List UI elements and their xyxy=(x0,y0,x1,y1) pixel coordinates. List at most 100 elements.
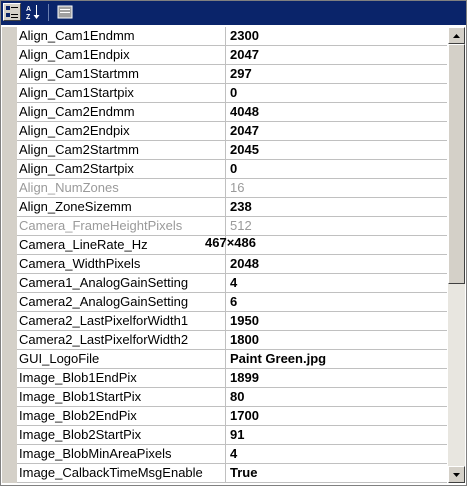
property-name[interactable]: Image_Blob2StartPix xyxy=(19,426,223,444)
property-row[interactable]: Camera2_LastPixelforWidth1 1950 xyxy=(2,312,447,331)
property-name[interactable]: Align_NumZones xyxy=(19,179,223,197)
property-row[interactable]: Camera_FrameHeightPixels 512 xyxy=(2,217,447,236)
property-row[interactable]: Image_BlobMinAreaPixels 4 xyxy=(2,445,447,464)
property-name[interactable]: Align_Cam2Startpix xyxy=(19,160,223,178)
property-name[interactable]: Camera_WidthPixels xyxy=(19,255,223,273)
property-name[interactable]: Image_Blob1EndPix xyxy=(19,369,223,387)
property-row[interactable]: Camera2_AnalogGainSetting 6 xyxy=(2,293,447,312)
column-divider[interactable] xyxy=(225,198,226,216)
column-divider[interactable] xyxy=(225,255,226,273)
property-value[interactable]: 1700 xyxy=(230,407,444,425)
property-pages-icon[interactable] xyxy=(56,3,74,21)
property-name[interactable]: Align_Cam2Endmm xyxy=(19,103,223,121)
property-row[interactable]: GUI_LogoFile Paint Green.jpg xyxy=(2,350,447,369)
column-divider[interactable] xyxy=(225,331,226,349)
property-name[interactable]: Camera2_AnalogGainSetting xyxy=(19,293,223,311)
property-row[interactable]: Align_NumZones 16 xyxy=(2,179,447,198)
property-value[interactable]: 2300 xyxy=(230,27,444,45)
property-name[interactable]: Image_BlobMinAreaPixels xyxy=(19,445,223,463)
scrollbar-thumb[interactable] xyxy=(448,44,465,284)
property-value[interactable]: 0 xyxy=(230,160,444,178)
property-row[interactable]: Align_Cam1Startpix 0 xyxy=(2,84,447,103)
property-value[interactable]: 4 xyxy=(230,445,444,463)
property-name[interactable]: Camera_LineRate_Hz xyxy=(19,236,223,254)
property-value[interactable]: 80 xyxy=(230,388,444,406)
property-row[interactable]: Align_Cam2Startmm 2045 xyxy=(2,141,447,160)
column-divider[interactable] xyxy=(225,103,226,121)
vertical-scrollbar[interactable] xyxy=(448,27,465,483)
property-value[interactable]: 238 xyxy=(230,198,444,216)
property-value[interactable]: Paint Green.jpg xyxy=(230,350,444,368)
column-divider[interactable] xyxy=(225,141,226,159)
property-value[interactable]: 2045 xyxy=(230,141,444,159)
property-value[interactable]: 1950 xyxy=(230,312,444,330)
property-row[interactable]: Image_Blob2EndPix 1700 xyxy=(2,407,447,426)
column-divider[interactable] xyxy=(225,369,226,387)
property-name[interactable]: Align_Cam1Endmm xyxy=(19,27,223,45)
column-divider[interactable] xyxy=(225,84,226,102)
property-name[interactable]: Align_Cam1Startmm xyxy=(19,65,223,83)
column-divider[interactable] xyxy=(225,464,226,482)
property-name[interactable]: Align_ZoneSizemm xyxy=(19,198,223,216)
property-name[interactable]: Align_Cam1Startpix xyxy=(19,84,223,102)
property-row[interactable]: Image_Blob2StartPix 91 xyxy=(2,426,447,445)
property-name[interactable]: Align_Cam1Endpix xyxy=(19,46,223,64)
column-divider[interactable] xyxy=(225,274,226,292)
property-value[interactable] xyxy=(230,236,444,254)
column-divider[interactable] xyxy=(225,388,226,406)
alphabetical-sort-icon[interactable]: A Z xyxy=(24,3,42,21)
property-value[interactable]: True xyxy=(230,464,444,482)
scroll-up-arrow-icon[interactable] xyxy=(448,27,465,44)
column-divider[interactable] xyxy=(225,122,226,140)
property-value[interactable]: 91 xyxy=(230,426,444,444)
property-name[interactable]: Align_Cam2Endpix xyxy=(19,122,223,140)
column-divider[interactable] xyxy=(225,46,226,64)
property-name[interactable]: Image_CalbackTimeMsgEnable xyxy=(19,464,223,482)
column-divider[interactable] xyxy=(225,160,226,178)
property-name[interactable]: Camera_FrameHeightPixels xyxy=(19,217,223,235)
column-divider[interactable] xyxy=(225,312,226,330)
scroll-down-arrow-icon[interactable] xyxy=(448,466,465,483)
property-value[interactable]: 2047 xyxy=(230,122,444,140)
property-row[interactable]: Align_Cam2Startpix 0 xyxy=(2,160,447,179)
property-value[interactable]: 1800 xyxy=(230,331,444,349)
property-name[interactable]: GUI_LogoFile xyxy=(19,350,223,368)
column-divider[interactable] xyxy=(225,445,226,463)
property-name[interactable]: Image_Blob1StartPix xyxy=(19,388,223,406)
property-value[interactable]: 0 xyxy=(230,84,444,102)
property-value[interactable]: 297 xyxy=(230,65,444,83)
property-row[interactable]: Camera_LineRate_Hz xyxy=(2,236,447,255)
property-row[interactable]: Image_CalbackTimeMsgEnable True xyxy=(2,464,447,483)
column-divider[interactable] xyxy=(225,350,226,368)
property-name[interactable]: Camera2_LastPixelforWidth1 xyxy=(19,312,223,330)
property-row[interactable]: Camera_WidthPixels 2048 xyxy=(2,255,447,274)
column-divider[interactable] xyxy=(225,27,226,45)
property-value[interactable]: 4 xyxy=(230,274,444,292)
property-value[interactable]: 1899 xyxy=(230,369,444,387)
property-row[interactable]: Image_Blob1StartPix 80 xyxy=(2,388,447,407)
column-divider[interactable] xyxy=(225,407,226,425)
property-row[interactable]: Camera2_LastPixelforWidth2 1800 xyxy=(2,331,447,350)
property-name[interactable]: Align_Cam2Startmm xyxy=(19,141,223,159)
property-row[interactable]: Align_Cam2Endpix 2047 xyxy=(2,122,447,141)
property-row[interactable]: Image_Blob1EndPix 1899 xyxy=(2,369,447,388)
column-divider[interactable] xyxy=(225,65,226,83)
categorized-icon[interactable] xyxy=(3,3,21,21)
property-value[interactable]: 2048 xyxy=(230,255,444,273)
column-divider[interactable] xyxy=(225,179,226,197)
column-divider[interactable] xyxy=(225,217,226,235)
property-row[interactable]: Align_Cam1Startmm 297 xyxy=(2,65,447,84)
property-value[interactable]: 6 xyxy=(230,293,444,311)
property-row[interactable]: Align_Cam2Endmm 4048 xyxy=(2,103,447,122)
property-name[interactable]: Image_Blob2EndPix xyxy=(19,407,223,425)
property-row[interactable]: Align_ZoneSizemm 238 xyxy=(2,198,447,217)
property-name[interactable]: Camera1_AnalogGainSetting xyxy=(19,274,223,292)
property-name[interactable]: Camera2_LastPixelforWidth2 xyxy=(19,331,223,349)
column-divider[interactable] xyxy=(225,426,226,444)
property-row[interactable]: Camera1_AnalogGainSetting 4 xyxy=(2,274,447,293)
property-value[interactable]: 2047 xyxy=(230,46,444,64)
property-row[interactable]: Align_Cam1Endmm 2300 xyxy=(2,27,447,46)
column-divider[interactable] xyxy=(225,236,226,254)
property-value[interactable]: 4048 xyxy=(230,103,444,121)
property-row[interactable]: Align_Cam1Endpix 2047 xyxy=(2,46,447,65)
